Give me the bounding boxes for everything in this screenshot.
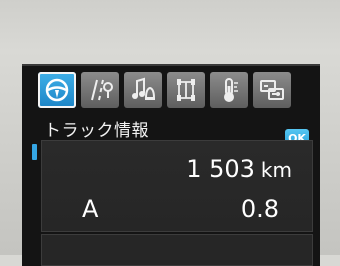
tab-driving-assist[interactable] <box>81 72 119 108</box>
tab-audio-alerts[interactable] <box>124 72 162 108</box>
menu-tab-bar <box>38 72 291 108</box>
tab-vehicle-status[interactable] <box>167 72 205 108</box>
trip-info-panel: 1 503 km A 0.8 <box>41 140 313 232</box>
display-screen: トラック情報 OK 1 503 km A 0.8 <box>22 64 320 266</box>
road-icon <box>91 79 113 101</box>
page-title: トラック情報 <box>44 121 149 141</box>
odometer-readout: 1 503 km <box>186 155 292 183</box>
next-info-panel <box>41 234 313 266</box>
steering-wheel-icon <box>45 78 69 102</box>
scroll-indicator <box>32 144 37 160</box>
tab-temperature[interactable] <box>210 72 248 108</box>
odometer-value: 1 503 <box>186 155 255 183</box>
tab-settings[interactable] <box>253 72 291 108</box>
tab-trip-info[interactable] <box>38 72 76 108</box>
trip-label: A <box>82 195 99 223</box>
odometer-unit: km <box>260 158 292 182</box>
music-bell-icon <box>132 77 156 100</box>
temperature-icon <box>224 78 238 102</box>
trip-value: 0.8 <box>240 195 279 223</box>
settings-switch-icon <box>260 80 284 100</box>
truck-axle-icon <box>177 79 195 101</box>
